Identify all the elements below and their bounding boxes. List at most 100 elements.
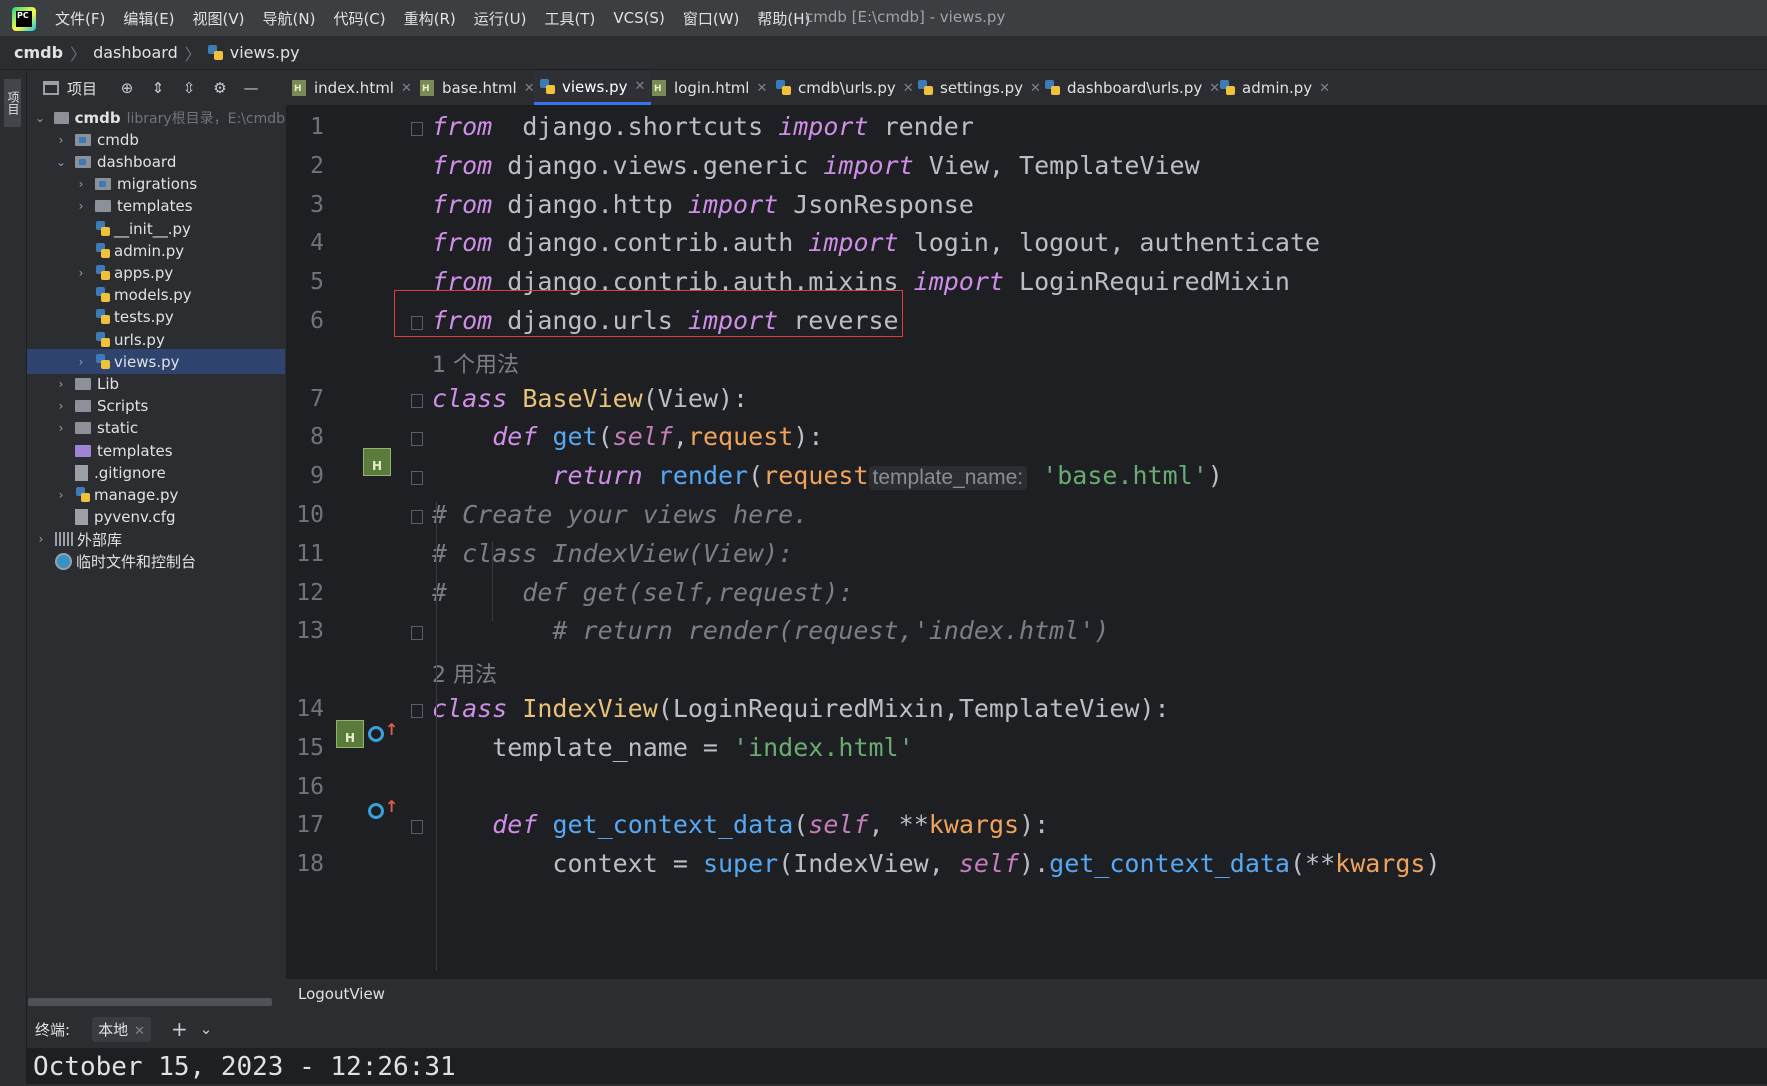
line-number: 17	[296, 812, 324, 839]
fold-marker-icon[interactable]	[411, 432, 423, 447]
chevron-right-icon[interactable]: ›	[55, 134, 67, 146]
python-file-icon	[918, 80, 934, 96]
collapse-all-icon[interactable]: ⇳	[181, 80, 197, 96]
code-editor[interactable]: 1 from django.shortcuts import render 2 fro…	[286, 106, 1767, 978]
code-token: django.contrib.auth	[492, 228, 809, 258]
structure-breadcrumb[interactable]: LogoutView	[286, 978, 1767, 1008]
html-template-gutter-icon[interactable]	[363, 448, 391, 476]
terminal-tab-label: 本地	[98, 1020, 129, 1039]
tree-item-label: templates	[117, 197, 193, 216]
menu-item[interactable]: 工具(T)	[544, 8, 595, 29]
code-token: get	[552, 422, 598, 452]
fold-marker-icon[interactable]	[411, 704, 423, 718]
editor-tab[interactable]: dashboard\urls.py ✕	[1039, 71, 1226, 105]
code-token: ):	[1019, 810, 1050, 840]
tree-horizontal-scrollbar[interactable]	[28, 998, 272, 1006]
menu-item[interactable]: VCS(S)	[613, 9, 664, 27]
menu-item[interactable]: 代码(C)	[333, 8, 385, 29]
fold-marker-icon[interactable]	[411, 510, 423, 524]
close-icon[interactable]: ✕	[756, 81, 767, 96]
breadcrumb-item-file[interactable]: views.py	[230, 43, 300, 62]
fold-marker-icon[interactable]	[411, 393, 423, 408]
project-panel-title[interactable]: 项目	[67, 78, 97, 99]
chevron-right-icon[interactable]: ›	[75, 356, 87, 368]
chevron-down-icon[interactable]: ⌄	[200, 1020, 213, 1038]
fold-marker-icon[interactable]	[411, 820, 423, 835]
line-number: 6	[310, 308, 324, 334]
minimize-icon[interactable]: —	[243, 80, 259, 96]
usages-hint[interactable]: 1 个用法	[432, 347, 519, 379]
code-token: from	[432, 112, 493, 141]
locate-icon[interactable]: ⊕	[119, 80, 135, 96]
close-icon[interactable]: ✕	[635, 79, 646, 94]
code-token: LoginRequiredMixin	[1003, 267, 1290, 297]
expand-all-icon[interactable]: ⇕	[150, 80, 166, 96]
chevron-down-icon[interactable]: ⌄	[55, 156, 67, 168]
editor-tab[interactable]: index.html ✕	[286, 71, 418, 105]
editor-tab[interactable]: settings.py ✕	[912, 71, 1047, 105]
gear-icon[interactable]: ⚙	[212, 80, 228, 96]
terminal-output[interactable]: October 15, 2023 - 12:26:31	[27, 1048, 1767, 1084]
chevron-down-icon[interactable]: ⌄	[34, 112, 45, 124]
menu-item[interactable]: 编辑(E)	[123, 8, 174, 29]
line-number: 2	[310, 152, 324, 179]
tree-item-label: admin.py	[114, 241, 185, 260]
close-icon[interactable]: ✕	[1319, 81, 1330, 96]
override-gutter-icon[interactable]: ↑	[368, 722, 398, 748]
fold-marker-icon[interactable]	[411, 471, 423, 486]
code-line: def get(self,request):	[432, 422, 823, 451]
close-icon[interactable]: ✕	[134, 1024, 145, 1039]
templates-folder-icon	[75, 444, 91, 457]
terminal-tab-local[interactable]: 本地 ✕	[92, 1016, 151, 1042]
python-file-icon	[776, 80, 792, 96]
chevron-right-icon[interactable]: ›	[75, 200, 87, 212]
breadcrumb-item-project[interactable]: cmdb	[14, 43, 63, 62]
code-token: import	[778, 112, 869, 141]
menu-item[interactable]: 视图(V)	[193, 8, 245, 29]
menu-item[interactable]: 导航(N)	[263, 8, 316, 29]
code-token: return	[552, 461, 643, 491]
add-terminal-icon[interactable]: +	[171, 1017, 188, 1041]
tree-item[interactable]: ›临时文件和控制台	[27, 549, 285, 574]
editor-tab[interactable]: login.html ✕	[646, 71, 773, 105]
project-tool-button[interactable]: 项目	[4, 79, 21, 127]
editor-tab-label: cmdb\urls.py	[798, 79, 896, 97]
python-file-icon	[207, 44, 224, 61]
chevron-right-icon[interactable]: ›	[55, 422, 67, 434]
editor-tab[interactable]: admin.py ✕	[1214, 71, 1336, 105]
override-gutter-icon[interactable]: ↑	[368, 799, 398, 825]
usages-hint[interactable]: 2 用法	[432, 657, 497, 689]
code-token: (	[793, 810, 809, 840]
editor-tab[interactable]: views.py ✕	[534, 71, 652, 105]
menu-item[interactable]: 窗口(W)	[683, 8, 740, 29]
menu-item[interactable]: 文件(F)	[55, 8, 105, 29]
code-token: class	[432, 694, 508, 723]
line-number: 14	[296, 696, 324, 722]
chevron-right-icon[interactable]: ›	[55, 400, 67, 412]
html-template-gutter-icon[interactable]	[336, 720, 364, 748]
code-line: # class IndexView(View):	[432, 539, 793, 568]
chevron-right-icon[interactable]: ›	[55, 378, 67, 390]
chevron-right-icon[interactable]: ›	[55, 489, 67, 501]
close-icon[interactable]: ✕	[401, 81, 412, 96]
menu-item[interactable]: 帮助(H)	[757, 8, 810, 29]
chevron-right-icon[interactable]: ›	[75, 267, 87, 279]
chevron-right-icon[interactable]: ›	[75, 178, 87, 190]
breadcrumb: cmdb 〉 dashboard 〉 views.py	[0, 36, 1767, 70]
chevron-right-icon[interactable]: ›	[35, 533, 47, 545]
breadcrumb-item-dashboard[interactable]: dashboard	[93, 43, 178, 62]
code-line: class IndexView(LoginRequiredMixin,Templ…	[432, 694, 1170, 723]
pycharm-logo-icon[interactable]: PC	[12, 7, 36, 31]
editor-tab[interactable]: cmdb\urls.py ✕	[770, 71, 920, 105]
close-icon[interactable]: ✕	[524, 81, 535, 96]
fold-marker-icon[interactable]	[411, 122, 423, 136]
tree-item-label: apps.py	[114, 263, 174, 282]
code-token: super	[702, 849, 779, 879]
editor-tab[interactable]: base.html ✕	[414, 71, 541, 105]
line-number: 5	[310, 269, 324, 296]
line-number: 15	[296, 734, 324, 761]
fold-marker-icon[interactable]	[411, 626, 423, 641]
menu-item[interactable]: 运行(U)	[474, 8, 527, 29]
menu-item[interactable]: 重构(R)	[404, 8, 456, 29]
